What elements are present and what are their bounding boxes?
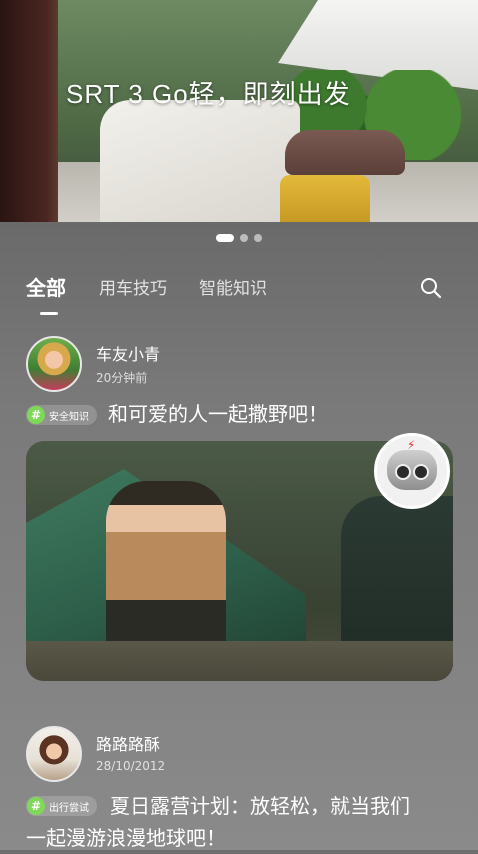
pager-dot-active[interactable] bbox=[216, 234, 234, 242]
banner-pager[interactable] bbox=[0, 233, 478, 243]
post-username[interactable]: 车友小青 bbox=[96, 341, 160, 365]
banner-scooter-seat bbox=[285, 130, 405, 175]
pager-dot[interactable] bbox=[254, 234, 262, 242]
hero-banner[interactable]: SRT 3 Go轻，即刻出发 bbox=[0, 0, 478, 222]
banner-left-shade bbox=[0, 0, 58, 222]
post-topic-tag[interactable]: # 出行尝试 bbox=[26, 796, 97, 816]
robot-eye bbox=[413, 464, 429, 480]
banner-scooter-body bbox=[100, 100, 300, 222]
post-topic-tag[interactable]: # 安全知识 bbox=[26, 405, 97, 425]
post-username[interactable]: 路路路酥 bbox=[96, 731, 160, 755]
post-timestamp: 20分钟前 bbox=[96, 371, 148, 385]
post-text[interactable]: 和可爱的人一起撒野吧！ bbox=[108, 398, 328, 430]
avatar[interactable] bbox=[26, 726, 82, 782]
banner-title: SRT 3 Go轻，即刻出发 bbox=[66, 79, 351, 109]
tab-riding-tips[interactable]: 用车技巧 bbox=[99, 274, 167, 299]
robot-eye bbox=[395, 464, 411, 480]
robot-mascot-icon[interactable]: ⚡ bbox=[374, 433, 450, 509]
robot-head bbox=[387, 450, 437, 490]
category-tabs: 全部 用车技巧 智能知识 bbox=[0, 270, 478, 310]
active-tab-indicator bbox=[40, 312, 58, 315]
banner-scooter-panel bbox=[280, 175, 370, 222]
pager-dot[interactable] bbox=[240, 234, 248, 242]
tab-smart-knowledge[interactable]: 智能知识 bbox=[199, 274, 267, 299]
post-text-line[interactable]: 一起漫游浪漫地球吧！ bbox=[26, 822, 226, 854]
tag-label: 出行尝试 bbox=[49, 802, 89, 814]
post-timestamp: 28/10/2012 bbox=[96, 759, 166, 773]
avatar[interactable] bbox=[26, 336, 82, 392]
tag-label: 安全知识 bbox=[49, 411, 89, 423]
hash-icon: # bbox=[27, 797, 45, 815]
hash-icon: # bbox=[27, 406, 45, 424]
post-text-line[interactable]: 夏日露营计划：放轻松，就当我们 bbox=[110, 790, 410, 822]
image-person bbox=[106, 481, 226, 651]
tab-all[interactable]: 全部 bbox=[26, 272, 66, 301]
image-ground bbox=[26, 641, 453, 681]
search-icon[interactable] bbox=[419, 276, 443, 300]
